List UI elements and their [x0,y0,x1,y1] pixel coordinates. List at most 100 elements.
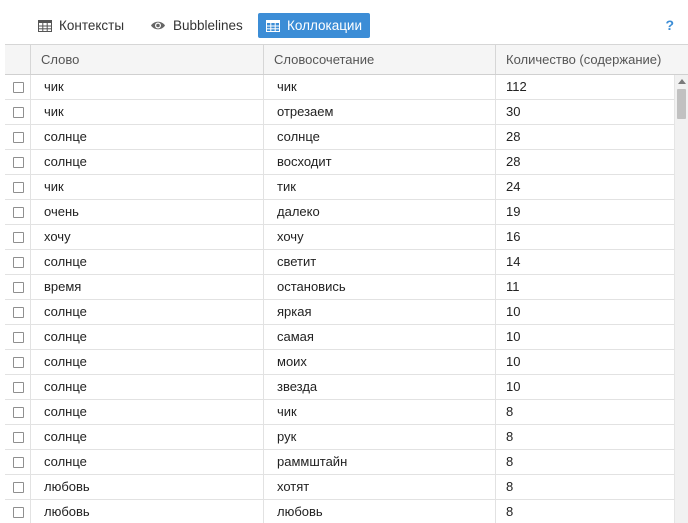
table-row[interactable]: любовь любовь 8 [5,500,674,523]
table-row[interactable]: солнце восходит 28 [5,150,674,175]
scroll-up-arrow-icon[interactable] [678,79,686,84]
table-row[interactable]: любовь хотят 8 [5,475,674,500]
cell-word: солнце [31,375,264,399]
cell-count: 8 [506,504,514,519]
cell-word: солнце [31,350,264,374]
table-row[interactable]: солнце светит 14 [5,250,674,275]
row-checkbox[interactable] [13,231,24,243]
row-checkbox[interactable] [13,206,24,218]
row-checkbox[interactable] [13,506,24,518]
tab-contexts-label: Контексты [59,18,125,33]
row-checkbox[interactable] [13,406,24,418]
table-row[interactable]: солнце чик 8 [5,400,674,425]
row-select-cell [5,75,31,99]
cell-count: 10 [506,329,521,344]
cell-word: любовь [31,500,264,523]
cell-collocate: чик [264,400,496,424]
cell-collocate: любовь [264,500,496,523]
cell-count: 16 [506,229,521,244]
cell-collocate: чик [264,75,496,99]
row-checkbox[interactable] [13,481,24,493]
row-checkbox[interactable] [13,256,24,268]
cell-word: солнце [31,325,264,349]
cell-collocate: отрезаем [264,100,496,124]
row-select-cell [5,100,31,124]
tab-collocations-label: Коллокации [287,18,363,33]
row-checkbox[interactable] [13,106,24,118]
row-select-cell [5,400,31,424]
cell-count: 10 [506,379,521,394]
cell-collocate: восходит [264,150,496,174]
grid-body: чик чик 112 чик отрезаем 30 солнце солнце 28 солн… [5,75,674,523]
cell-count: 30 [506,104,521,119]
toolbar: Контексты Bubblelines Коллокации ? [0,0,688,44]
row-select-cell [5,225,31,249]
table-row[interactable]: чик чик 112 [5,75,674,100]
row-checkbox[interactable] [13,281,24,293]
cell-collocate: самая [264,325,496,349]
cell-collocate: светит [264,250,496,274]
row-checkbox[interactable] [13,331,24,343]
cell-collocate: рук [264,425,496,449]
row-checkbox[interactable] [13,356,24,368]
cell-count: 8 [506,454,514,469]
table-row[interactable]: чик отрезаем 30 [5,100,674,125]
cell-collocate: солнце [264,125,496,149]
table-row[interactable]: очень далеко 19 [5,200,674,225]
cell-word: солнце [31,450,264,474]
column-header-count[interactable]: Количество (содержание) [496,45,674,74]
cell-count: 8 [506,404,514,419]
cell-collocate: моих [264,350,496,374]
cell-collocate: остановись [264,275,496,299]
cell-word: любовь [31,475,264,499]
cell-count: 8 [506,429,514,444]
tab-bubblelines[interactable]: Bubblelines [142,13,250,38]
row-select-cell [5,475,31,499]
table-row[interactable]: хочу хочу 16 [5,225,674,250]
scrollbar-thumb[interactable] [677,89,686,119]
table-row[interactable]: солнце моих 10 [5,350,674,375]
cell-count: 11 [506,279,520,294]
table-row[interactable]: солнце самая 10 [5,325,674,350]
cell-collocate: хочу [264,225,496,249]
cell-count: 112 [506,79,527,94]
cell-collocate: раммштайн [264,450,496,474]
cell-collocate: звезда [264,375,496,399]
row-checkbox[interactable] [13,381,24,393]
cell-word: солнце [31,300,264,324]
row-checkbox[interactable] [13,156,24,168]
row-checkbox[interactable] [13,306,24,318]
cell-word: солнце [31,150,264,174]
tab-bubblelines-label: Bubblelines [173,18,243,33]
row-checkbox[interactable] [13,431,24,443]
table-row[interactable]: солнце раммштайн 8 [5,450,674,475]
cell-collocate: далеко [264,200,496,224]
column-header-word[interactable]: Слово [31,45,264,74]
row-checkbox[interactable] [13,131,24,143]
cell-word: солнце [31,250,264,274]
cell-word: время [31,275,264,299]
table-row[interactable]: солнце звезда 10 [5,375,674,400]
row-checkbox[interactable] [13,456,24,468]
cell-count: 28 [506,154,521,169]
table-row[interactable]: солнце солнце 28 [5,125,674,150]
row-checkbox[interactable] [13,81,24,93]
vertical-scrollbar[interactable] [674,75,688,523]
row-select-cell [5,150,31,174]
table-row[interactable]: чик тик 24 [5,175,674,200]
row-select-cell [5,300,31,324]
row-select-cell [5,375,31,399]
table-row[interactable]: солнце рук 8 [5,425,674,450]
row-checkbox[interactable] [13,181,24,193]
cell-count: 10 [506,304,521,319]
row-select-cell [5,250,31,274]
row-select-cell [5,425,31,449]
help-button[interactable]: ? [665,17,674,33]
column-header-collocate[interactable]: Словосочетание [264,45,496,74]
tab-contexts[interactable]: Контексты [30,13,134,38]
table-row[interactable]: солнце яркая 10 [5,300,674,325]
row-select-cell [5,500,31,523]
table-row[interactable]: время остановись 11 [5,275,674,300]
tab-collocations[interactable]: Коллокации [258,13,370,38]
cell-count: 8 [506,479,514,494]
